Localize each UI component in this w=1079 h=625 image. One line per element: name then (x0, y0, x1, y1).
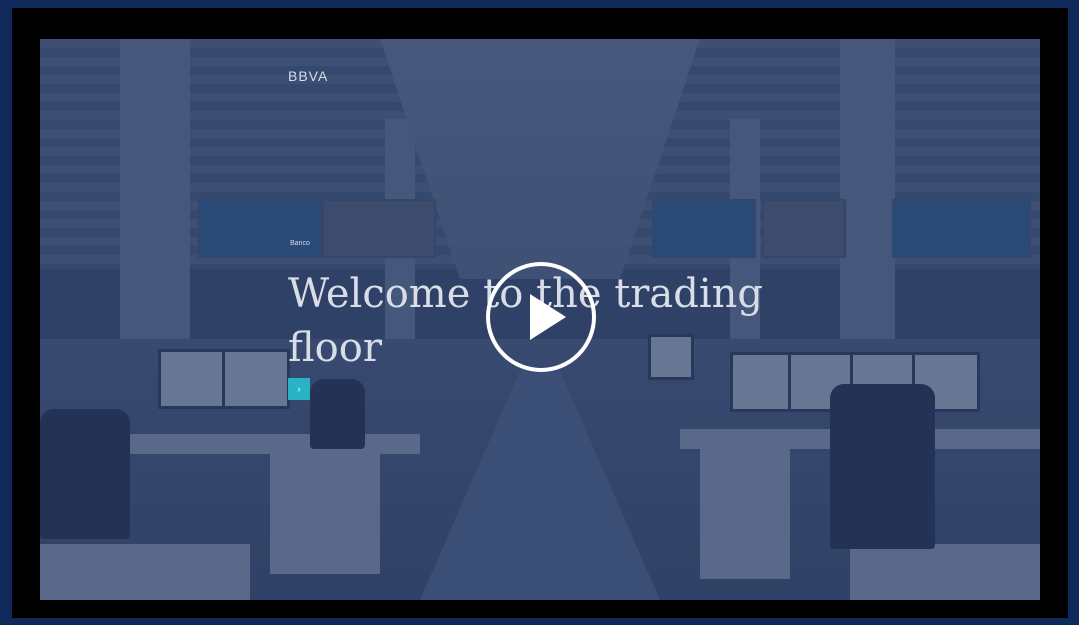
play-button[interactable] (486, 262, 596, 372)
video-player[interactable]: BBVA Banco Welcome to the trading floor … (40, 39, 1040, 600)
teal-accent-button: › (288, 378, 310, 400)
play-icon (530, 294, 566, 340)
bbva-logo: BBVA (288, 68, 329, 84)
video-frame: BBVA Banco Welcome to the trading floor … (12, 8, 1068, 618)
screen-label: Banco (290, 240, 310, 247)
